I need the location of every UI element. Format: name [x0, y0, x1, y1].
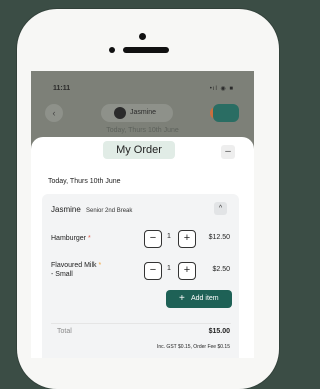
add-item-button[interactable]: + Add item [166, 290, 232, 308]
increment-button[interactable]: + [178, 262, 196, 280]
add-item-label: Add item [191, 295, 219, 302]
sheet-title: My Order [103, 141, 175, 159]
increment-button[interactable]: + [178, 230, 196, 248]
status-icons: •ıl ◉ ■ [209, 86, 234, 92]
back-button[interactable]: ‹ [45, 104, 63, 122]
child-break: Senior 2nd Break [86, 208, 133, 214]
order-sheet: My Order – Today, Thurs 10th June Jasmin… [31, 137, 254, 358]
chevron-left-icon: ‹ [52, 108, 56, 118]
total-value: $15.00 [208, 328, 230, 335]
total-label: Total [57, 328, 72, 335]
child-selector[interactable]: Jasmine [101, 104, 173, 122]
decrement-button[interactable]: − [144, 230, 162, 248]
child-header: Jasmine Senior 2nd Break [51, 205, 132, 214]
quantity-stepper: − 1 + [144, 262, 196, 280]
phone-screen: 11:11 •ıl ◉ ■ ‹ Jasmine Today, Thurs 10t… [31, 71, 254, 358]
child-selector-name: Jasmine [130, 109, 157, 116]
order-card: Jasmine Senior 2nd Break ^ Hamburger * −… [42, 194, 239, 358]
quantity-stepper: − 1 + [144, 230, 196, 248]
item-name-label: Flavoured Milk [51, 262, 97, 269]
item-name-size: - Small [51, 271, 73, 278]
front-camera [109, 47, 115, 53]
fees-text: Inc. GST $0.15, Order Fee $0.15 [156, 344, 230, 350]
order-date: Today, Thurs 10th June [48, 178, 121, 185]
avatar [114, 107, 126, 119]
collapse-button[interactable]: ^ [214, 202, 227, 215]
required-marker: * [87, 235, 91, 242]
top-bar: ‹ Jasmine [31, 101, 254, 127]
required-marker: * [98, 262, 102, 269]
background-date: Today, Thurs 10th June [106, 127, 179, 134]
quantity-value: 1 [167, 265, 171, 272]
item-price: $12.50 [208, 234, 230, 241]
item-name-label: Hamburger [51, 235, 87, 242]
quantity-value: 1 [167, 233, 171, 240]
decrement-button[interactable]: − [144, 262, 162, 280]
item-name: Flavoured Milk * - Small [51, 261, 101, 279]
plus-icon: + [179, 293, 185, 304]
item-price: $2.50 [212, 266, 230, 273]
status-bar: 11:11 •ıl ◉ ■ [31, 71, 254, 97]
item-name: Hamburger * [51, 234, 91, 243]
camera-dot [139, 33, 146, 40]
child-name: Jasmine [51, 205, 81, 214]
divider [51, 323, 231, 324]
minimize-button[interactable]: – [221, 145, 235, 159]
cart-button[interactable] [213, 104, 239, 122]
status-time: 11:11 [53, 85, 71, 92]
speaker-grille [123, 47, 169, 53]
